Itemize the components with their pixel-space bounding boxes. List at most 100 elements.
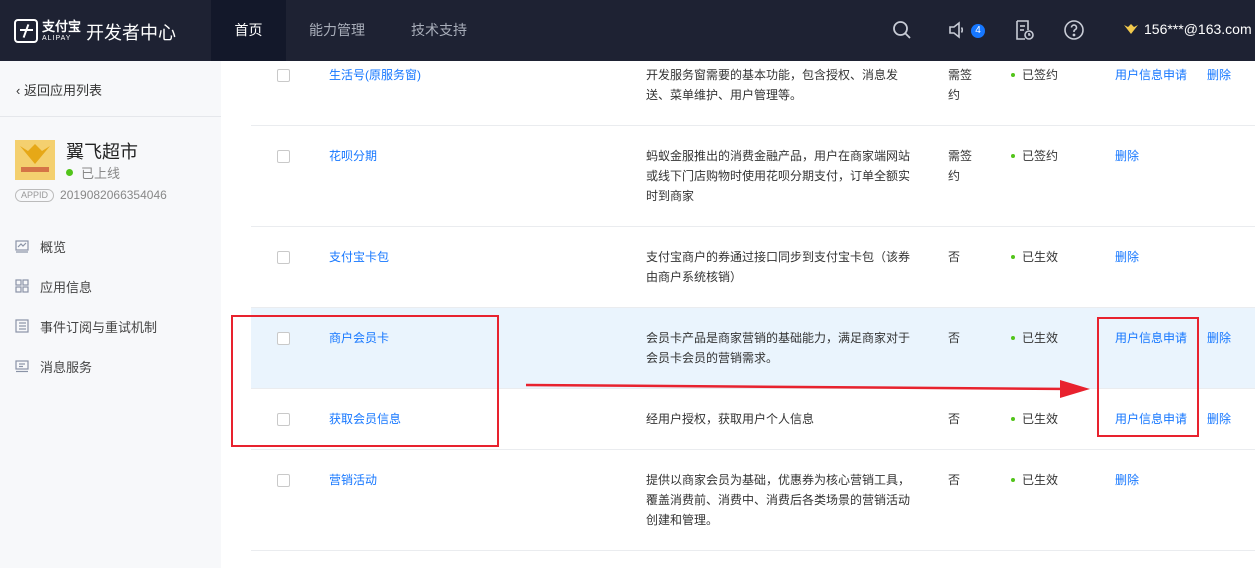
table-row: 支付宝卡包 支付宝商户的券通过接口同步到支付宝卡包（该券由商户系统核销） 否 已… (251, 227, 1255, 308)
sidebar: ‹ 返回应用列表 翼飞超市 已上线 APPID 2019082066354046… (0, 61, 221, 568)
sidebar-item-label: 事件订阅与重试机制 (40, 319, 158, 335)
overview-icon (15, 240, 29, 253)
table-row: 商户会员卡 会员卡产品是商家营销的基础能力，满足商家对于会员卡会员的营销需求。 … (251, 308, 1255, 389)
table-row: 获取会员信息 经用户授权，获取用户个人信息 否 已生效 用户信息申请 删除 (251, 389, 1255, 450)
row-checkbox[interactable] (277, 332, 290, 345)
tab-home[interactable]: 首页 (211, 0, 286, 61)
sidebar-item-event-subscription[interactable]: 事件订阅与重试机制 (15, 316, 157, 336)
delete-link[interactable]: 删除 (1115, 247, 1139, 267)
capability-status: 已生效 (1011, 247, 1058, 267)
status-text: 已生效 (1022, 412, 1059, 426)
row-checkbox[interactable] (277, 150, 290, 163)
signing-required: 否 (948, 473, 961, 487)
app-status-text: 已上线 (81, 166, 121, 181)
status-text: 已签约 (1022, 68, 1059, 82)
capability-status: 已签约 (1011, 65, 1058, 85)
user-account[interactable]: 156***@163.com (1122, 21, 1252, 37)
tab-capability-management[interactable]: 能力管理 (296, 0, 378, 61)
appid-value: 2019082066354046 (60, 188, 167, 202)
sidebar-item-message-service[interactable]: 消息服务 (15, 356, 92, 376)
capability-description: 蚂蚁金服推出的消费金融产品，用户在商家端网站或线下门店购物时使用花呗分期支付，订… (646, 149, 911, 203)
sidebar-item-overview[interactable]: 概览 (15, 236, 66, 256)
sidebar-item-label: 消息服务 (40, 359, 93, 375)
document-icon[interactable] (1012, 18, 1036, 42)
signing-required: 否 (948, 250, 961, 264)
delete-link[interactable]: 删除 (1115, 146, 1139, 166)
row-checkbox[interactable] (277, 474, 290, 487)
signing-required: 需签约 (948, 149, 973, 183)
signing-required: 否 (948, 412, 961, 426)
table-row: 营销活动 提供以商家会员为基础，优惠券为核心营销工具，覆盖消费前、消费中、消费后… (251, 450, 1255, 551)
delete-link[interactable]: 删除 (1115, 470, 1139, 490)
capability-description: 提供以商家会员为基础，优惠券为核心营销工具，覆盖消费前、消费中、消费后各类场景的… (646, 473, 911, 527)
capability-status: 已生效 (1011, 409, 1058, 429)
user-email: 156***@163.com (1144, 21, 1252, 37)
sidebar-item-label: 概览 (40, 239, 67, 255)
message-icon (15, 360, 29, 373)
alipay-logo-icon (14, 19, 38, 43)
logo-en-text: ALIPAY (42, 35, 72, 42)
chevron-left-icon: ‹ (16, 83, 24, 98)
sidebar-item-label: 应用信息 (40, 279, 93, 295)
capability-name-link[interactable]: 支付宝卡包 (329, 247, 389, 267)
delete-link[interactable]: 删除 (1207, 409, 1231, 429)
capability-status: 已生效 (1011, 328, 1058, 348)
capability-description: 会员卡产品是商家营销的基础能力，满足商家对于会员卡会员的营销需求。 (646, 331, 911, 365)
app-logo (15, 140, 55, 180)
app-name: 翼飞超市 (66, 142, 138, 162)
notification-count-badge: 4 (971, 24, 985, 38)
status-dot-icon (66, 169, 73, 176)
user-info-apply-link[interactable]: 用户信息申请 (1115, 409, 1187, 429)
status-dot-icon (1011, 336, 1015, 340)
sidebar-divider (0, 116, 221, 117)
app-title: 开发者中心 (86, 23, 176, 43)
signing-required: 需签约 (948, 68, 973, 102)
row-checkbox[interactable] (277, 413, 290, 426)
capability-name-link[interactable]: 花呗分期 (329, 146, 377, 166)
capability-name-link[interactable]: 商户会员卡 (329, 328, 389, 348)
status-dot-icon (1011, 73, 1015, 77)
search-icon[interactable] (890, 18, 914, 42)
delete-link[interactable]: 删除 (1207, 328, 1231, 348)
capability-table: 生活号(原服务窗) 开发服务窗需要的基本功能，包含授权、消息发送、菜单维护、用户… (221, 61, 1255, 568)
status-text: 已签约 (1022, 149, 1059, 163)
user-info-apply-link[interactable]: 用户信息申请 (1115, 328, 1187, 348)
status-text: 已生效 (1022, 331, 1059, 345)
list-icon (15, 319, 29, 333)
apps-grid-icon (15, 279, 29, 293)
status-dot-icon (1011, 154, 1015, 158)
delete-link[interactable]: 删除 (1207, 65, 1231, 85)
status-dot-icon (1011, 417, 1015, 421)
app-status: 已上线 (66, 163, 120, 182)
status-text: 已生效 (1022, 250, 1059, 264)
appid-label: APPID (15, 188, 55, 202)
status-dot-icon (1011, 478, 1015, 482)
signing-required: 否 (948, 331, 961, 345)
top-navigation-bar: 支付宝 ALIPAY 开发者中心 首页 能力管理 技术支持 4 156***@1… (0, 0, 1255, 61)
back-label: 返回应用列表 (23, 83, 102, 98)
tab-tech-support[interactable]: 技术支持 (398, 0, 480, 61)
status-text: 已生效 (1022, 473, 1059, 487)
sidebar-item-app-info[interactable]: 应用信息 (15, 276, 92, 296)
row-checkbox[interactable] (277, 251, 290, 264)
alipay-logo[interactable]: 支付宝 ALIPAY (14, 18, 81, 44)
table-row: 花呗分期 蚂蚁金服推出的消费金融产品，用户在商家端网站或线下门店购物时使用花呗分… (251, 126, 1255, 227)
speaker-icon[interactable] (946, 18, 970, 42)
capability-name-link[interactable]: 生活号(原服务窗) (329, 65, 421, 85)
capability-status: 已生效 (1011, 470, 1058, 490)
user-avatar-icon (1124, 24, 1138, 34)
appid-row: APPID 2019082066354046 (15, 188, 167, 202)
status-dot-icon (1011, 255, 1015, 259)
capability-status: 已签约 (1011, 146, 1058, 166)
capability-name-link[interactable]: 获取会员信息 (329, 409, 401, 429)
back-to-app-list-link[interactable]: ‹ 返回应用列表 (16, 80, 102, 99)
capability-description: 开发服务窗需要的基本功能，包含授权、消息发送、菜单维护、用户管理等。 (646, 68, 899, 102)
help-icon[interactable] (1062, 18, 1086, 42)
capability-description: 支付宝商户的券通过接口同步到支付宝卡包（该券由商户系统核销） (646, 250, 911, 284)
table-row: 生活号(原服务窗) 开发服务窗需要的基本功能，包含授权、消息发送、菜单维护、用户… (251, 61, 1255, 126)
capability-description: 经用户授权，获取用户个人信息 (646, 412, 815, 426)
user-info-apply-link[interactable]: 用户信息申请 (1115, 65, 1187, 85)
row-checkbox[interactable] (277, 69, 290, 82)
logo-cn-text: 支付宝 (42, 19, 82, 34)
capability-name-link[interactable]: 营销活动 (329, 470, 377, 490)
